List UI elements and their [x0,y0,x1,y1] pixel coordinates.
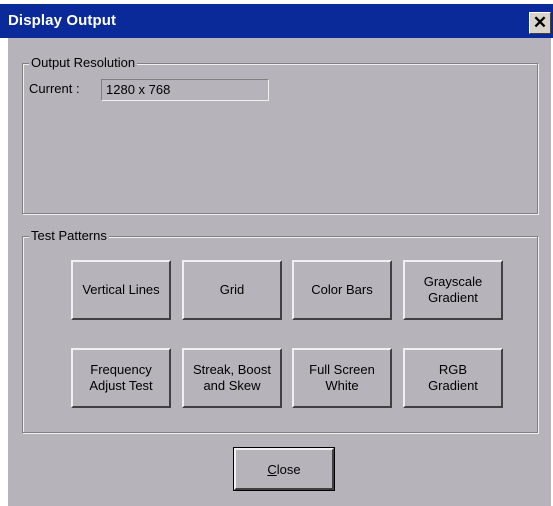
window-title: Display Output [8,12,117,29]
close-button[interactable]: Close [233,447,335,491]
vertical-lines-button[interactable]: Vertical Lines [71,260,171,320]
display-output-dialog: Display Output ✕ Output Resolution Curre… [0,0,553,506]
current-resolution-field: 1280 x 768 [101,79,269,101]
frequency-adjust-test-button[interactable]: Frequency Adjust Test [71,348,171,408]
title-bar: Display Output ✕ [0,4,553,38]
current-resolution-label: Current : [29,81,80,96]
close-accelerator: C [267,461,277,477]
close-label-rest: lose [276,461,301,477]
color-bars-button[interactable]: Color Bars [292,260,392,320]
output-resolution-label: Output Resolution [29,55,138,71]
output-resolution-group: Output Resolution Current : 1280 x 768 [22,55,538,214]
close-icon[interactable]: ✕ [529,12,551,34]
grayscale-gradient-button[interactable]: Grayscale Gradient [403,260,503,320]
streak-boost-skew-button[interactable]: Streak, Boost and Skew [182,348,282,408]
rgb-gradient-button[interactable]: RGB Gradient [403,348,503,408]
dialog-body: Output Resolution Current : 1280 x 768 T… [8,38,551,506]
test-patterns-label: Test Patterns [29,228,109,244]
full-screen-white-button[interactable]: Full Screen White [292,348,392,408]
test-patterns-group: Test Patterns Vertical Lines Grid Color … [22,228,538,433]
grid-button[interactable]: Grid [182,260,282,320]
